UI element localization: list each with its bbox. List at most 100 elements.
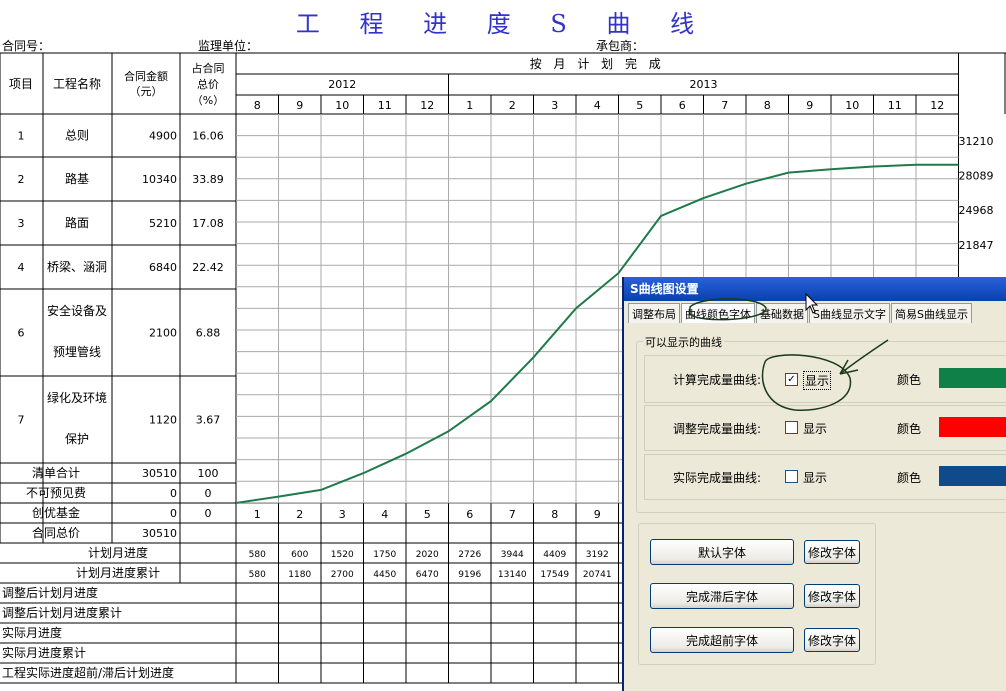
row-pct: 22.42 (192, 261, 224, 274)
color-label: 颜色 (897, 373, 922, 387)
plan-cum-value: 13140 (498, 570, 527, 580)
summary-amount: 30510 (142, 527, 177, 540)
summary-label: 清单合计 (32, 465, 80, 480)
row-id: 2 (18, 173, 25, 186)
header-amount: 合同金额 (124, 69, 168, 83)
y-axis-label: 28089 (959, 170, 994, 183)
header-name: 工程名称 (53, 76, 101, 91)
curve-label: 实际完成量曲线: (673, 471, 762, 485)
period-number: 5 (424, 508, 431, 521)
tab-curve-color-font[interactable]: 曲线颜色字体 (681, 303, 755, 323)
show-checkbox-adjusted[interactable] (785, 421, 798, 434)
header-amount-unit: （元） (130, 85, 163, 98)
color-swatch-calculated[interactable] (939, 368, 1006, 388)
show-label: 显示 (803, 371, 832, 390)
plan-month-value: 600 (291, 550, 308, 560)
show-checkbox-actual[interactable] (785, 470, 798, 483)
month-label: 2 (509, 99, 516, 112)
bottom-row-label: 调整后计划月进度累计 (2, 605, 122, 620)
summary-pct: 0 (205, 487, 212, 500)
row-name: 保护 (65, 432, 89, 446)
tab-base-data[interactable]: 基础数据 (756, 303, 808, 323)
row-id: 4 (18, 261, 25, 274)
modify-leading-font-button[interactable]: 修改字体 (804, 628, 860, 652)
tab-simple-display[interactable]: 简易S曲线显示 (890, 303, 972, 323)
row-name: 总则 (65, 129, 89, 143)
tab-layout[interactable]: 调整布局 (628, 303, 680, 323)
dialog-title[interactable]: S曲线图设置 (624, 277, 1006, 301)
dialog-tabs: 调整布局 曲线颜色字体 基础数据 S曲线显示文字 简易S曲线显示 (628, 303, 973, 323)
bottom-row-label: 实际月进度 (2, 625, 62, 640)
period-number: 8 (551, 508, 558, 521)
month-label: 12 (930, 99, 944, 112)
row-pct: 3.67 (196, 414, 221, 427)
header-item: 项目 (9, 77, 33, 91)
lagging-font-button[interactable]: 完成滞后字体 (650, 583, 794, 609)
period-number: 6 (466, 508, 473, 521)
color-label: 颜色 (897, 422, 922, 436)
row-name: 路面 (65, 215, 89, 230)
modify-default-font-button[interactable]: 修改字体 (804, 540, 860, 564)
plan-month-value: 3944 (501, 550, 524, 560)
row-pct: 6.88 (196, 327, 221, 340)
color-swatch-adjusted[interactable] (939, 417, 1006, 437)
group-title: 可以显示的曲线 (643, 334, 724, 350)
period-number: 7 (509, 508, 516, 521)
month-label: 8 (254, 99, 261, 112)
header-pct-unit: （%） (192, 94, 224, 107)
period-number: 4 (381, 508, 388, 521)
row-id: 7 (18, 414, 25, 427)
period-number: 2 (296, 508, 303, 521)
month-label: 11 (888, 99, 902, 112)
plan-cum-value: 1180 (288, 570, 311, 580)
bottom-row-label: 工程实际进度超前/滞后计划进度 (2, 665, 174, 680)
summary-amount: 30510 (142, 467, 177, 480)
month-label: 8 (764, 99, 771, 112)
row-pct: 16.06 (192, 130, 224, 143)
summary-label: 创优基金 (32, 505, 80, 520)
month-label: 11 (378, 99, 392, 112)
header-pct: 总价 (197, 77, 219, 91)
row-amount: 10340 (142, 173, 177, 186)
month-label: 10 (335, 99, 349, 112)
modify-lagging-font-button[interactable]: 修改字体 (804, 584, 860, 608)
row-id: 3 (18, 217, 25, 230)
curve-row-actual: 实际完成量曲线: 显示 颜色 (644, 454, 1006, 500)
plan-cum-value: 580 (249, 570, 266, 580)
year-label: 2013 (690, 78, 718, 91)
curve-label: 调整完成量曲线: (673, 422, 762, 436)
summary-pct: 0 (205, 507, 212, 520)
default-font-button[interactable]: 默认字体 (650, 539, 794, 565)
color-swatch-actual[interactable] (939, 466, 1006, 486)
row-amount: 4900 (149, 130, 177, 143)
plan-month-value: 2020 (416, 550, 439, 560)
curve-row-calculated: 计算完成量曲线: ✓ 显示 颜色 (644, 355, 1006, 403)
row-name: 路基 (65, 171, 89, 186)
plan-month-value: 4409 (543, 550, 566, 560)
show-checkbox-calculated[interactable]: ✓ (785, 373, 798, 386)
color-label: 颜色 (897, 471, 922, 485)
summary-label: 不可预见费 (26, 486, 86, 500)
row-amount: 6840 (149, 261, 177, 274)
month-label: 9 (296, 99, 303, 112)
row-amount: 1120 (149, 414, 177, 427)
summary-pct: 100 (198, 467, 219, 480)
curve-label: 计算完成量曲线: (673, 373, 762, 387)
leading-font-button[interactable]: 完成超前字体 (650, 627, 794, 653)
period-number: 3 (339, 508, 346, 521)
plan-month-value: 1520 (331, 550, 354, 560)
plan-month-value: 3192 (586, 550, 609, 560)
plan-cum-value: 20741 (583, 570, 612, 580)
month-label: 4 (594, 99, 601, 112)
summary-label: 合同总价 (32, 525, 80, 540)
tab-display-text[interactable]: S曲线显示文字 (809, 303, 890, 323)
y-axis-label: 24968 (959, 204, 994, 217)
month-label: 5 (636, 99, 643, 112)
plan-cum-value: 2700 (331, 570, 354, 580)
plan-cum-value: 4450 (373, 570, 396, 580)
row-id: 1 (18, 130, 25, 143)
show-label: 显示 (803, 422, 828, 436)
row-amount: 5210 (149, 217, 177, 230)
plan-cum-label: 计划月进度累计 (76, 565, 160, 580)
period-number: 9 (594, 508, 601, 521)
